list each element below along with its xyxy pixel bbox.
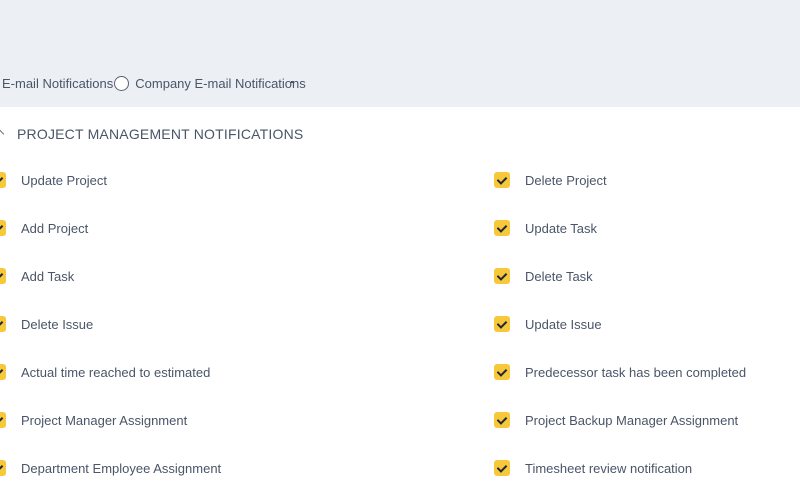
notification-item-predecessor-task-completed[interactable]: Predecessor task has been completed bbox=[494, 363, 746, 381]
checkbox-checked-icon[interactable] bbox=[0, 364, 6, 380]
checkbox-checked-icon[interactable] bbox=[494, 316, 510, 332]
notification-label: Actual time reached to estimated bbox=[21, 364, 211, 380]
notification-item-update-project[interactable]: Update Project bbox=[0, 171, 107, 189]
notification-item-department-employee-assignment[interactable]: Department Employee Assignment bbox=[0, 459, 221, 477]
checkbox-checked-icon[interactable] bbox=[0, 172, 6, 188]
notification-label: Predecessor task has been completed bbox=[525, 364, 747, 380]
radio-company-email-notifications[interactable]: Company E-mail Notifications bbox=[113, 75, 306, 91]
notification-item-actual-time-reached[interactable]: Actual time reached to estimated bbox=[0, 363, 210, 381]
notification-item-add-project[interactable]: Add Project bbox=[0, 219, 88, 237]
checkbox-checked-icon[interactable] bbox=[0, 316, 6, 332]
notification-label: Update Task bbox=[525, 220, 598, 236]
notification-item-delete-issue[interactable]: Delete Issue bbox=[0, 315, 93, 333]
radio-company-email-notifications-label: Company E-mail Notifications bbox=[135, 75, 306, 91]
notification-label: Update Issue bbox=[525, 316, 602, 332]
notification-item-update-issue[interactable]: Update Issue bbox=[494, 315, 602, 333]
checkbox-checked-icon[interactable] bbox=[494, 364, 510, 380]
checkbox-checked-icon[interactable] bbox=[0, 220, 6, 236]
checkbox-checked-icon[interactable] bbox=[0, 412, 6, 428]
text-cursor-icon bbox=[291, 81, 293, 83]
radio-email-notifications[interactable]: E-mail Notifications bbox=[0, 76, 113, 91]
notification-label: Delete Project bbox=[525, 172, 607, 188]
checkbox-checked-icon[interactable] bbox=[494, 268, 510, 284]
notification-item-project-backup-manager-assignment[interactable]: Project Backup Manager Assignment bbox=[494, 411, 738, 429]
checkbox-checked-icon[interactable] bbox=[494, 460, 510, 476]
radio-email-notifications-label: E-mail Notifications bbox=[2, 75, 114, 91]
checkbox-checked-icon[interactable] bbox=[0, 460, 6, 476]
checkbox-checked-icon[interactable] bbox=[494, 220, 510, 236]
checkbox-checked-icon[interactable] bbox=[494, 412, 510, 428]
notification-item-delete-project[interactable]: Delete Project bbox=[494, 171, 607, 189]
chevron-up-icon[interactable] bbox=[0, 123, 6, 145]
notification-item-project-manager-assignment[interactable]: Project Manager Assignment bbox=[0, 411, 187, 429]
notification-item-timesheet-review[interactable]: Timesheet review notification bbox=[494, 459, 692, 477]
notification-label: Delete Issue bbox=[21, 316, 94, 332]
notification-label: Add Task bbox=[21, 268, 75, 284]
checkbox-checked-icon[interactable] bbox=[494, 172, 510, 188]
radio-circle-icon[interactable] bbox=[114, 75, 130, 91]
section-title: PROJECT MANAGEMENT NOTIFICATIONS bbox=[17, 126, 304, 142]
notification-label: Delete Task bbox=[525, 268, 593, 284]
notification-label: Department Employee Assignment bbox=[21, 460, 222, 476]
checkbox-checked-icon[interactable] bbox=[0, 268, 6, 284]
notification-item-delete-task[interactable]: Delete Task bbox=[494, 267, 593, 285]
notification-label: Timesheet review notification bbox=[525, 460, 693, 476]
section-header-project-management[interactable]: PROJECT MANAGEMENT NOTIFICATIONS bbox=[0, 123, 303, 145]
email-type-radio-group: E-mail Notifications Company E-mail Noti… bbox=[0, 73, 306, 93]
notification-item-update-task[interactable]: Update Task bbox=[494, 219, 597, 237]
notification-label: Add Project bbox=[21, 220, 89, 236]
notification-label: Update Project bbox=[21, 172, 107, 188]
notification-label: Project Manager Assignment bbox=[21, 412, 188, 428]
notification-item-add-task[interactable]: Add Task bbox=[0, 267, 74, 285]
notification-label: Project Backup Manager Assignment bbox=[525, 412, 739, 428]
